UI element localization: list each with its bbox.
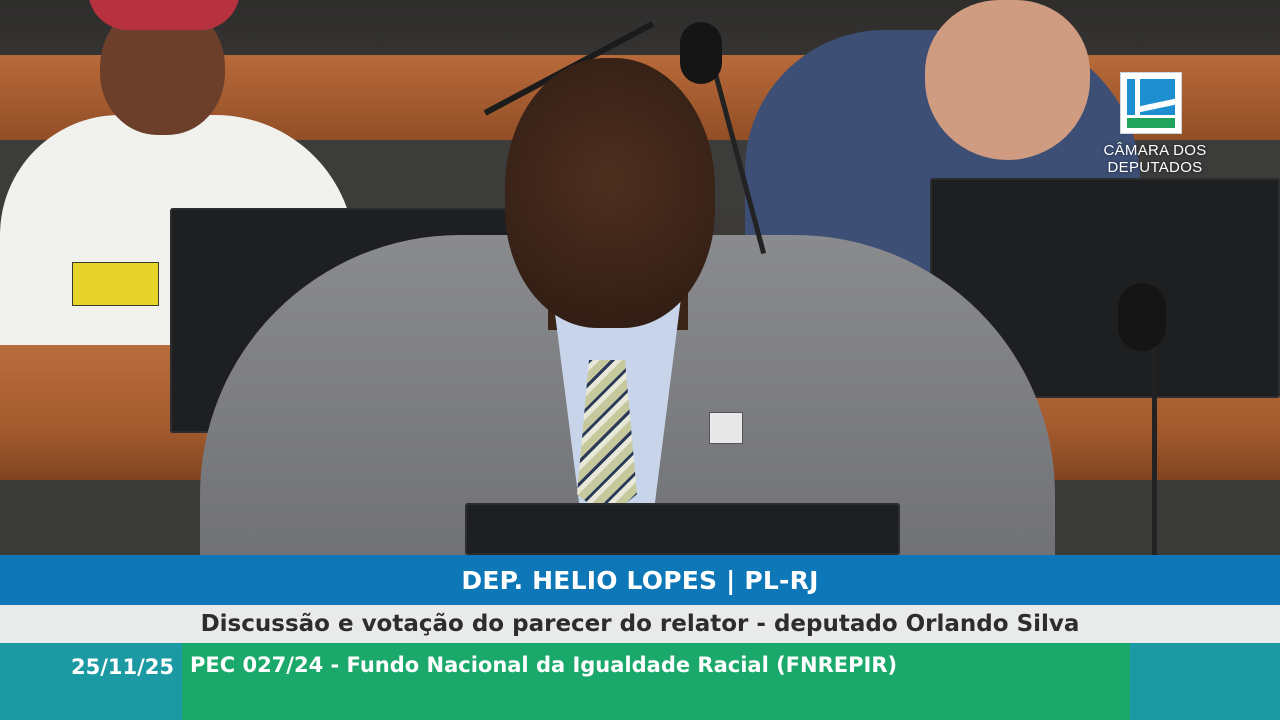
microphone-center-icon [680,22,722,84]
topic-box: PEC 027/24 - Fundo Nacional da Igualdade… [182,643,1130,720]
broadcaster-logo: CÂMARA DOS DEPUTADOS [1100,72,1210,180]
camara-dos-deputados-logo-icon [1120,72,1182,134]
lapel-pin [709,412,743,444]
session-topic: PEC 027/24 - Fundo Nacional da Igualdade… [190,653,898,677]
deputy-right-head [925,0,1090,160]
logo-text: CÂMARA DOS DEPUTADOS [1100,142,1210,176]
logo-text-line1: CÂMARA DOS [1103,142,1207,159]
date-box: 25/11/25 [0,643,182,691]
speaker-head [505,58,715,328]
microphone-right-icon [1118,283,1166,351]
info-bar: 25/11/25 PEC 027/24 - Fundo Nacional da … [0,643,1280,720]
microphone-stand-right [1152,330,1157,555]
speaker-name-bar: DEP. HELIO LOPES | PL-RJ [0,555,1280,605]
video-frame: CÂMARA DOS DEPUTADOS DEP. HELIO LOPES | … [0,0,1280,720]
monitor-center [465,503,900,555]
logo-text-line2: DEPUTADOS [1107,159,1203,176]
session-date: 25/11/25 [70,655,174,679]
session-subtitle: Discussão e votação do parecer do relato… [200,611,1080,637]
video-scene [0,0,1280,555]
speaker-name: DEP. HELIO LOPES | PL-RJ [461,565,819,595]
subtitle-bar: Discussão e votação do parecer do relato… [0,605,1280,643]
audience-member-left-headwrap [88,0,240,30]
audience-badge [72,262,159,306]
